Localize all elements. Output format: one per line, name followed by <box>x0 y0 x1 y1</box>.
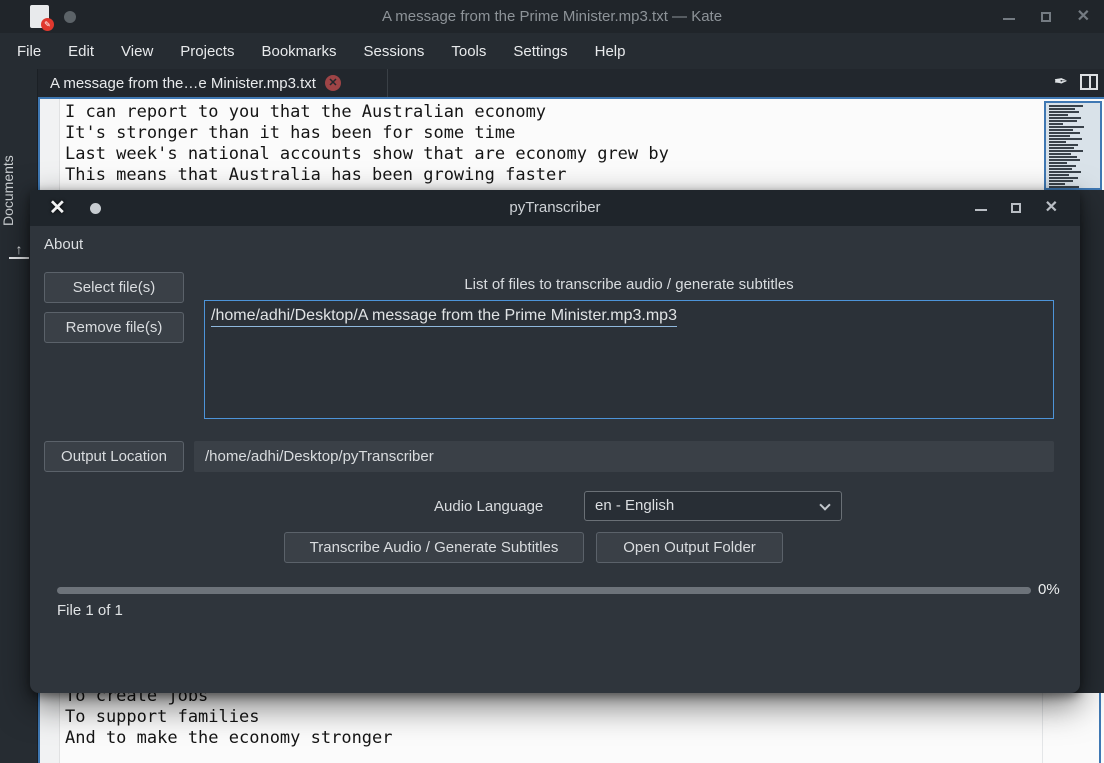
output-path-field[interactable]: /home/adhi/Desktop/pyTranscriber <box>194 441 1054 472</box>
menu-help[interactable]: Help <box>595 43 626 60</box>
minimap-edge-line <box>1042 693 1043 763</box>
close-icon[interactable]: ✕ <box>1077 10 1090 24</box>
dialog-close-icon[interactable]: ✕ <box>1045 201 1058 215</box>
editor-text-bottom: To create jobsTo support familiesAnd to … <box>65 686 393 749</box>
editor-right-border <box>1099 693 1101 763</box>
minimap-scrollbar[interactable] <box>1044 101 1102 190</box>
menu-projects[interactable]: Projects <box>180 43 234 60</box>
pytranscriber-dialog: ✕ pyTranscriber ✕ About Select file(s) R… <box>30 190 1080 693</box>
file-list-group-label: List of files to transcribe audio / gene… <box>204 276 1054 293</box>
editor-view-bottom[interactable]: To create jobsTo support familiesAnd to … <box>38 693 1104 763</box>
transcribe-button[interactable]: Transcribe Audio / Generate Subtitles <box>284 532 584 563</box>
menu-about[interactable]: About <box>44 236 83 253</box>
kate-menubar: File Edit View Projects Bookmarks Sessio… <box>0 33 1104 69</box>
remove-files-button[interactable]: Remove file(s) <box>44 312 184 343</box>
progress-bar <box>57 587 1031 594</box>
kate-app-icon: ✎ <box>30 5 49 28</box>
open-document-icon[interactable]: ↑ <box>9 241 29 259</box>
open-output-folder-button[interactable]: Open Output Folder <box>596 532 783 563</box>
kate-titlebar: ✎ A message from the Prime Minister.mp3.… <box>0 0 1104 33</box>
menu-sessions[interactable]: Sessions <box>364 43 425 60</box>
editor-text-top: I can report to you that the Australian … <box>65 102 669 186</box>
modified-dot-icon <box>64 11 76 23</box>
chevron-down-icon <box>819 499 830 510</box>
dialog-minimize-icon[interactable] <box>975 205 987 211</box>
quick-open-quill-icon[interactable]: ✒ <box>1054 72 1068 92</box>
kate-window-controls: ✕ <box>1003 0 1090 33</box>
select-files-button[interactable]: Select file(s) <box>44 272 184 303</box>
menu-bookmarks[interactable]: Bookmarks <box>261 43 336 60</box>
dialog-titlebar: ✕ pyTranscriber ✕ <box>30 190 1080 226</box>
file-list-item[interactable]: /home/adhi/Desktop/A message from the Pr… <box>211 307 677 327</box>
tab-bar: A message from the…e Minister.mp3.txt ✕ … <box>38 69 1104 97</box>
progress-percent: 0% <box>1038 581 1060 598</box>
tab-message-file[interactable]: A message from the…e Minister.mp3.txt ✕ <box>38 69 388 97</box>
pencil-icon: ✎ <box>41 18 54 31</box>
menu-file[interactable]: File <box>17 43 41 60</box>
minimize-icon[interactable] <box>1003 14 1015 20</box>
dialog-title: pyTranscriber <box>30 190 1080 226</box>
menu-view[interactable]: View <box>121 43 153 60</box>
editor-gutter-bottom <box>40 693 60 763</box>
tab-label: A message from the…e Minister.mp3.txt <box>50 75 316 92</box>
editor-gutter <box>40 99 60 190</box>
file-list[interactable]: /home/adhi/Desktop/A message from the Pr… <box>204 300 1054 419</box>
dialog-window-controls: ✕ <box>975 190 1058 226</box>
tab-close-icon[interactable]: ✕ <box>325 75 341 91</box>
maximize-icon[interactable] <box>1041 12 1051 22</box>
editor-view-top[interactable]: I can report to you that the Australian … <box>38 97 1104 190</box>
dialog-maximize-icon[interactable] <box>1011 203 1021 213</box>
menu-settings[interactable]: Settings <box>513 43 567 60</box>
output-location-button[interactable]: Output Location <box>44 441 184 472</box>
audio-language-label: Audio Language <box>434 498 543 515</box>
menu-tools[interactable]: Tools <box>451 43 486 60</box>
kate-window-title: A message from the Prime Minister.mp3.tx… <box>0 8 1104 25</box>
audio-language-select[interactable]: en - English <box>584 491 842 521</box>
audio-language-value: en - English <box>595 497 674 514</box>
file-counter-label: File 1 of 1 <box>57 602 123 619</box>
split-view-icon[interactable] <box>1080 74 1098 90</box>
menu-edit[interactable]: Edit <box>68 43 94 60</box>
